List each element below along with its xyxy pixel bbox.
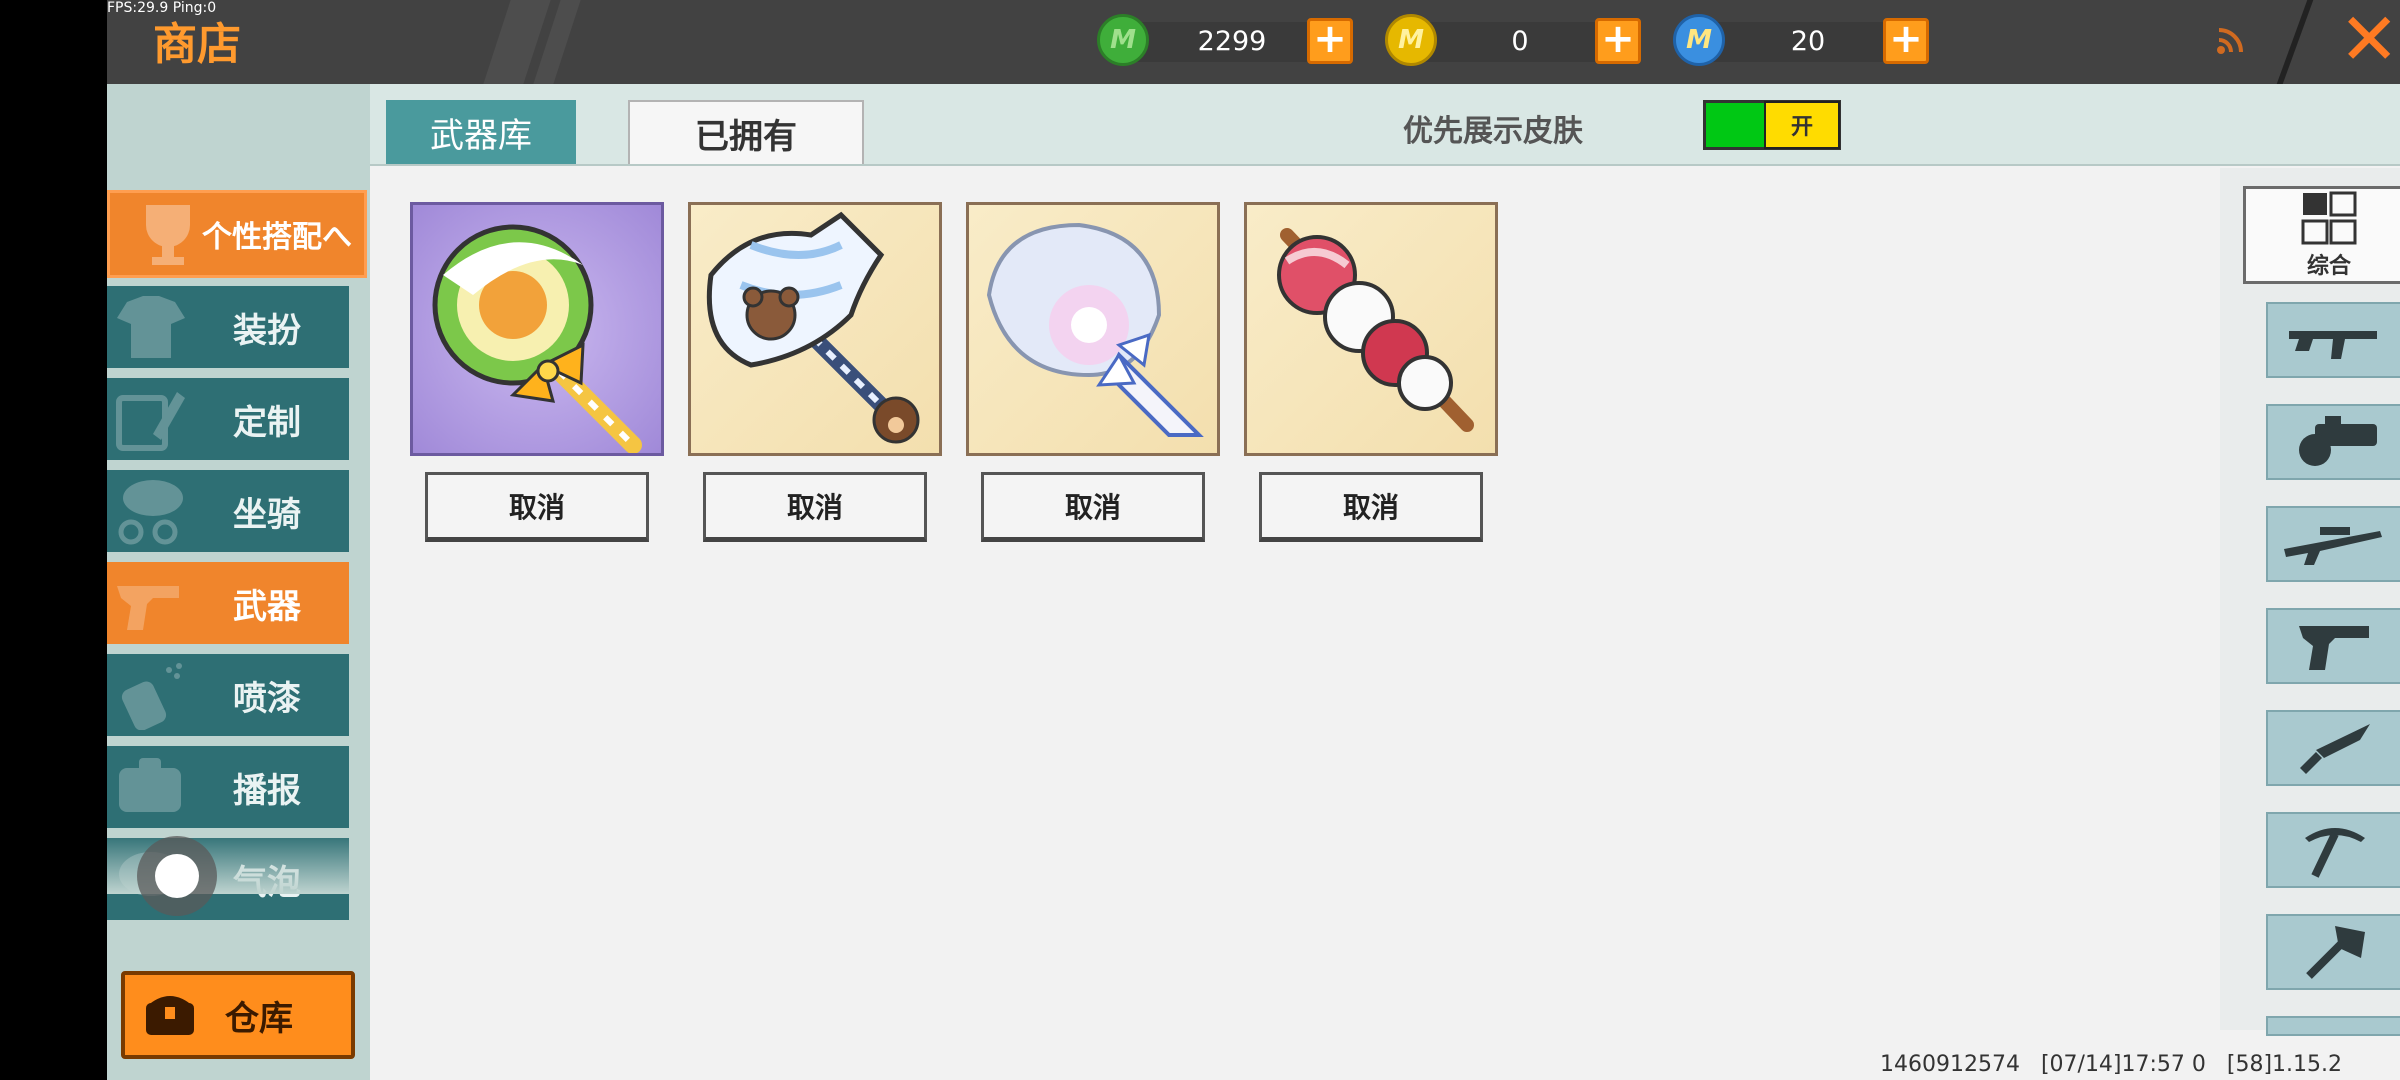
sidebar-item-label: 坐骑: [233, 494, 301, 535]
sidebar-item-label: 装扮: [233, 310, 301, 351]
sidebar-item-broadcast[interactable]: 播报: [107, 746, 349, 828]
top-bar: 商店 M 2299 + M 0 + M 20 + ✕: [107, 0, 2400, 88]
filter-gatling-button[interactable]: [2266, 404, 2400, 480]
item-card-candied-haws[interactable]: [1244, 202, 1498, 456]
currency-gold-coin: M 0 +: [1385, 14, 1641, 70]
joystick-knob[interactable]: [155, 854, 199, 898]
currency-blue-coin: M 20 +: [1673, 14, 1929, 70]
revolver-icon: [2299, 626, 2369, 670]
item-card-lollipop[interactable]: [410, 202, 664, 456]
skin-priority-toggle[interactable]: 开: [1703, 100, 1841, 150]
buy-green-gem-button[interactable]: +: [1307, 18, 1353, 64]
build-info: 1460912574 [07/14]17:57 0 [58]1.15.2: [1880, 1052, 2343, 1077]
broadcast-icon: [119, 758, 181, 812]
signal-icon: [2217, 28, 2243, 54]
currency-value: 20: [1790, 26, 1826, 57]
sidebar-item-custom[interactable]: 定制: [107, 378, 349, 460]
tab-armory[interactable]: 武器库: [386, 100, 576, 164]
skin-priority-label: 优先展示皮肤: [1403, 114, 1583, 149]
sniper-icon: [2284, 527, 2382, 565]
currency-green-gem: M 2299 +: [1097, 14, 1353, 70]
sidebar-item-mount[interactable]: 坐骑: [107, 470, 349, 552]
sidebar-item-label: 喷漆: [233, 678, 301, 719]
tab-owned[interactable]: 已拥有: [628, 100, 864, 164]
grid-icon: [2301, 191, 2357, 245]
category-sidebar: 个性搭配へ 装扮 定制 坐骑 武器 喷漆 播报 气泡: [107, 84, 370, 1080]
green-gem-icon: M: [1097, 14, 1149, 66]
toggle-knob[interactable]: 开: [1764, 101, 1840, 149]
filter-more-button[interactable]: [2266, 1016, 2400, 1036]
revolver-icon: [117, 586, 179, 630]
filter-axe-button[interactable]: [2266, 914, 2400, 990]
currency-value: 0: [1511, 26, 1529, 57]
rifle-icon: [2289, 331, 2377, 359]
cancel-button[interactable]: 取消: [703, 472, 927, 542]
warehouse-label: 仓库: [225, 998, 293, 1039]
lollipop-icon: [432, 224, 642, 453]
sidebar-item-label: 武器: [233, 586, 301, 627]
buy-gold-coin-button[interactable]: +: [1595, 18, 1641, 64]
sidebar-item-label: 定制: [233, 402, 301, 443]
gatling-icon: [2299, 416, 2377, 466]
filter-column: 综合: [2220, 168, 2400, 1036]
cancel-button[interactable]: 取消: [1259, 472, 1483, 542]
filter-sniper-button[interactable]: [2266, 506, 2400, 582]
page-title: 商店: [153, 19, 241, 70]
currency-value: 2299: [1197, 26, 1267, 57]
knife-icon: [2300, 724, 2370, 774]
sidebar-item-weapon[interactable]: 武器: [107, 562, 349, 644]
owned-items-grid: 取消 取消 取消 取消: [370, 168, 2220, 1080]
group-header-label: 个性搭配へ: [202, 220, 352, 255]
shop-screen: 商店 M 2299 + M 0 + M 20 + ✕ 个性搭配へ 装扮 定制 坐…: [107, 0, 2400, 1080]
divider: [2275, 0, 2315, 88]
sidebar-item-outfit[interactable]: 装扮: [107, 286, 349, 368]
gold-coin-icon: M: [1385, 14, 1437, 66]
chest-icon: [146, 996, 194, 1035]
mount-icon: [118, 480, 183, 545]
tab-bar: 武器库 已拥有 优先展示皮肤 开: [370, 84, 2400, 166]
pickaxe-icon: [2305, 828, 2365, 878]
item-card-cotton-candy[interactable]: [966, 202, 1220, 456]
close-button[interactable]: ✕: [2339, 3, 2399, 76]
blue-coin-icon: M: [1673, 14, 1725, 66]
filter-pickaxe-button[interactable]: [2266, 812, 2400, 888]
filter-all-label: 综合: [2306, 254, 2351, 279]
candied-haws-icon: [1277, 228, 1474, 432]
spray-can-icon: [121, 663, 182, 730]
warehouse-button[interactable]: 仓库: [121, 971, 355, 1059]
teddy-axe-icon: [706, 211, 920, 444]
floating-joystick[interactable]: [137, 836, 217, 916]
fps-counter: FPS:29.9 Ping:0: [107, 0, 217, 16]
shirt-icon: [117, 296, 185, 358]
cotton-candy-icon: [986, 222, 1204, 437]
sidebar-item-spray[interactable]: 喷漆: [107, 654, 349, 736]
filter-all-button[interactable]: 综合: [2243, 186, 2400, 284]
sidebar-item-label: 播报: [233, 770, 301, 811]
filter-revolver-button[interactable]: [2266, 608, 2400, 684]
axe-icon: [2306, 926, 2365, 979]
filter-knife-button[interactable]: [2266, 710, 2400, 786]
cancel-button[interactable]: 取消: [425, 472, 649, 542]
filter-rifle-button[interactable]: [2266, 302, 2400, 378]
group-header-personalize[interactable]: 个性搭配へ: [107, 190, 367, 278]
buy-blue-coin-button[interactable]: +: [1883, 18, 1929, 64]
cancel-button[interactable]: 取消: [981, 472, 1205, 542]
trophy-icon: [146, 205, 190, 265]
pencil-icon: [116, 392, 185, 451]
item-card-teddy-axe[interactable]: [688, 202, 942, 456]
